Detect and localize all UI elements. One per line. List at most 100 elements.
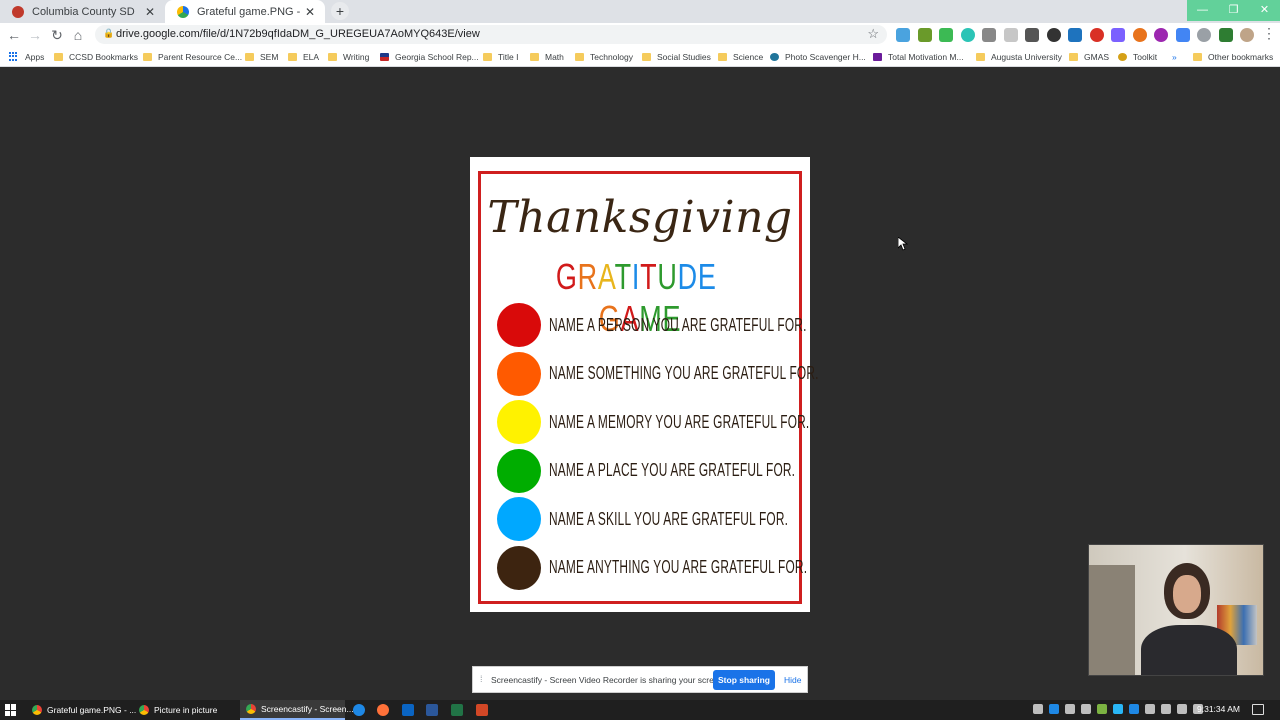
reload-button[interactable]: ↻ bbox=[48, 26, 66, 44]
extension-icon[interactable] bbox=[1132, 28, 1147, 42]
bluetooth-icon[interactable] bbox=[1129, 704, 1139, 714]
extension-icon[interactable] bbox=[896, 28, 910, 42]
bookmark-toolkit[interactable]: Toolkit bbox=[1118, 49, 1157, 64]
red-border-frame: Thanksgiving GRATITUDE GAME NAME A PERSO… bbox=[478, 171, 818, 604]
close-tab-icon[interactable]: ✕ bbox=[303, 5, 317, 19]
outlook-icon[interactable] bbox=[402, 704, 414, 716]
minimize-button[interactable]: — bbox=[1187, 0, 1218, 21]
tray-icon[interactable] bbox=[1033, 704, 1043, 714]
webcam-video-overlay[interactable] bbox=[1088, 544, 1264, 676]
network-icon[interactable] bbox=[1177, 704, 1187, 714]
bookmark-ela[interactable]: ELA bbox=[288, 49, 319, 64]
extension-icon[interactable] bbox=[982, 28, 996, 42]
taskbar-item-picture-in-picture[interactable]: Picture in picture bbox=[133, 700, 237, 720]
bookmark-social-studies[interactable]: Social Studies bbox=[642, 49, 711, 64]
subtitle-letter: T bbox=[640, 256, 658, 297]
folder-icon bbox=[143, 52, 152, 61]
tray-icon[interactable] bbox=[1113, 704, 1123, 714]
taskbar-item-screencastify[interactable]: Screencastify - Screen... bbox=[240, 700, 354, 720]
restore-button[interactable]: ❐ bbox=[1218, 0, 1249, 21]
action-center-icon[interactable] bbox=[1252, 704, 1264, 715]
edge-icon[interactable] bbox=[353, 704, 365, 716]
rule-row: NAME ANYTHING YOU ARE GRATEFUL FOR. bbox=[497, 545, 940, 590]
extension-icon[interactable] bbox=[1111, 28, 1125, 42]
bookmark-science[interactable]: Science bbox=[718, 49, 763, 64]
chrome-icon bbox=[139, 705, 149, 715]
drag-handle-icon[interactable]: ⁞ bbox=[480, 674, 483, 684]
extension-icon[interactable] bbox=[1197, 28, 1211, 42]
rule-row: NAME A PERSON YOU ARE GRATEFUL FOR. bbox=[497, 303, 939, 347]
bookmark-parent-resource[interactable]: Parent Resource Ce... bbox=[143, 49, 242, 64]
puzzle-extensions-icon[interactable] bbox=[1218, 28, 1233, 42]
tray-icon[interactable] bbox=[1049, 704, 1059, 714]
bookmark-label: Science bbox=[733, 51, 764, 62]
address-bar[interactable]: 🔒 drive.google.com/file/d/1N72b9qfIdaDM_… bbox=[95, 25, 887, 44]
extension-icon[interactable] bbox=[1154, 28, 1168, 42]
rule-text: NAME A SKILL YOU ARE GRATEFUL FOR. bbox=[549, 508, 789, 529]
extension-icon[interactable] bbox=[1068, 28, 1082, 42]
extension-icon[interactable] bbox=[1003, 28, 1018, 42]
taskbar-label: Screencastify - Screen... bbox=[261, 704, 354, 714]
forward-button[interactable]: → bbox=[26, 26, 44, 44]
bookmark-star-icon[interactable]: ☆ bbox=[867, 26, 879, 42]
bookmark-other[interactable]: Other bookmarks bbox=[1193, 49, 1273, 64]
close-tab-icon[interactable]: ✕ bbox=[143, 5, 157, 19]
apps-grid-icon bbox=[9, 51, 19, 62]
gratitude-game-image: Thanksgiving GRATITUDE GAME NAME A PERSO… bbox=[470, 157, 818, 612]
more-bookmarks-button[interactable]: » bbox=[1172, 49, 1177, 64]
extension-icon[interactable] bbox=[939, 28, 953, 42]
extension-icon[interactable] bbox=[1046, 28, 1061, 42]
toolkit-icon bbox=[1118, 52, 1127, 61]
rule-row: NAME A MEMORY YOU ARE GRATEFUL FOR. bbox=[497, 400, 944, 444]
folder-icon bbox=[718, 52, 727, 61]
bookmark-label: Math bbox=[545, 51, 564, 62]
stop-sharing-button[interactable]: Stop sharing bbox=[713, 670, 775, 690]
tray-icon[interactable] bbox=[1065, 704, 1075, 714]
tray-icon[interactable] bbox=[1161, 704, 1171, 714]
tab-columbia-county[interactable]: Columbia County SD ✕ bbox=[0, 0, 165, 23]
taskbar-clock[interactable]: 9:31:34 AM bbox=[1197, 704, 1240, 714]
new-tab-button[interactable]: + bbox=[331, 2, 349, 20]
bookmark-label: CCSD Bookmarks bbox=[69, 51, 138, 62]
firefox-icon[interactable] bbox=[377, 704, 389, 716]
bookmark-sem[interactable]: SEM bbox=[245, 49, 278, 64]
home-button[interactable]: ⌂ bbox=[69, 26, 87, 44]
bookmark-total-motivation[interactable]: Total Motivation M... bbox=[873, 49, 964, 64]
game-title: Thanksgiving bbox=[487, 192, 793, 243]
bookmark-georgia-school[interactable]: Georgia School Rep... bbox=[380, 49, 479, 64]
chrome-menu-icon[interactable]: ⋮ bbox=[1262, 25, 1276, 42]
bookmark-writing[interactable]: Writing bbox=[328, 49, 369, 64]
extension-icon[interactable] bbox=[1175, 28, 1190, 42]
excel-icon[interactable] bbox=[451, 704, 463, 716]
extension-icon[interactable] bbox=[1089, 28, 1104, 42]
bookmark-ccsd[interactable]: CCSD Bookmarks bbox=[54, 49, 138, 64]
powerpoint-icon[interactable] bbox=[476, 704, 488, 716]
bookmark-photo-scavenger[interactable]: Photo Scavenger H... bbox=[770, 49, 866, 64]
screen-sharing-bar: ⁞ Screencastify - Screen Video Recorder … bbox=[472, 666, 808, 693]
google-drive-icon bbox=[177, 5, 189, 18]
bookmark-math[interactable]: Math bbox=[530, 49, 564, 64]
extension-icon[interactable] bbox=[1025, 28, 1039, 42]
bookmark-technology[interactable]: Technology bbox=[575, 49, 633, 64]
bookmark-augusta[interactable]: Augusta University bbox=[976, 49, 1062, 64]
close-window-button[interactable]: ✕ bbox=[1249, 0, 1280, 21]
bookmark-title-i[interactable]: Title I bbox=[483, 49, 518, 64]
back-button[interactable]: ← bbox=[5, 26, 23, 44]
wordpress-icon bbox=[770, 52, 779, 61]
extension-icon[interactable] bbox=[960, 28, 975, 42]
folder-icon bbox=[54, 52, 63, 61]
color-circle bbox=[497, 351, 541, 396]
tab-grateful-game[interactable]: Grateful game.PNG - Google Dri ✕ bbox=[165, 0, 325, 23]
tray-icon[interactable] bbox=[1081, 704, 1091, 714]
tab-title: Grateful game.PNG - Google Dri bbox=[197, 5, 303, 18]
tray-icon[interactable] bbox=[1097, 704, 1107, 714]
bookmark-apps[interactable]: Apps bbox=[9, 49, 44, 64]
bookmark-gmas[interactable]: GMAS bbox=[1069, 49, 1109, 64]
windows-start-icon[interactable] bbox=[5, 704, 17, 716]
profile-avatar-icon[interactable] bbox=[1240, 28, 1254, 42]
hide-button[interactable]: Hide bbox=[784, 675, 801, 685]
extension-icon[interactable] bbox=[917, 28, 932, 42]
microphone-icon[interactable] bbox=[1145, 704, 1155, 714]
taskbar-item-grateful-game[interactable]: Grateful game.PNG - ... bbox=[26, 700, 136, 720]
word-icon[interactable] bbox=[426, 704, 438, 716]
